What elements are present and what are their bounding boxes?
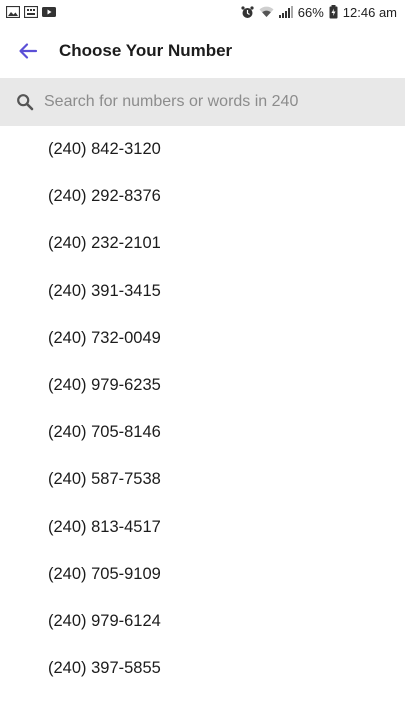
list-item[interactable]: (240) 232-2101 bbox=[0, 220, 405, 267]
list-item[interactable]: (240) 391-3415 bbox=[0, 268, 405, 315]
alarm-icon bbox=[241, 5, 254, 18]
list-item[interactable]: (240) 979-6235 bbox=[0, 362, 405, 409]
list-item[interactable]: (240) 979-6124 bbox=[0, 598, 405, 645]
page-title: Choose Your Number bbox=[59, 41, 233, 60]
keyboard-icon bbox=[24, 6, 38, 18]
list-item[interactable]: (240) 705-9109 bbox=[0, 551, 405, 598]
list-item[interactable]: (240) 732-0049 bbox=[0, 315, 405, 362]
list-item[interactable]: (240) 587-7538 bbox=[0, 456, 405, 503]
gallery-icon bbox=[6, 6, 20, 18]
list-item[interactable]: (240) 292-8376 bbox=[0, 173, 405, 220]
status-time: 12:46 am bbox=[342, 4, 397, 20]
list-item[interactable]: (240) 397-5855 bbox=[0, 645, 405, 692]
list-item[interactable]: (240) 813-4517 bbox=[0, 504, 405, 551]
video-icon bbox=[42, 7, 56, 17]
app-bar: Choose Your Number bbox=[0, 24, 405, 78]
search-icon bbox=[14, 91, 36, 113]
search-input[interactable] bbox=[44, 93, 384, 111]
wifi-icon bbox=[259, 6, 274, 18]
battery-percent: 66% bbox=[297, 4, 324, 20]
signal-icon bbox=[278, 6, 293, 18]
arrow-left-icon bbox=[19, 43, 38, 59]
status-notifications bbox=[6, 6, 56, 18]
list-item[interactable]: (240) 842-3120 bbox=[0, 126, 405, 173]
battery-charging-icon bbox=[329, 5, 338, 19]
status-bar: 66% 12:46 am bbox=[0, 0, 405, 24]
list-item[interactable]: (240) 705-8146 bbox=[0, 409, 405, 456]
search-bar[interactable] bbox=[0, 78, 405, 126]
back-button[interactable] bbox=[0, 24, 56, 78]
status-system: 66% 12:46 am bbox=[241, 5, 397, 20]
number-list: (240) 842-3120 (240) 292-8376 (240) 232-… bbox=[0, 126, 405, 692]
